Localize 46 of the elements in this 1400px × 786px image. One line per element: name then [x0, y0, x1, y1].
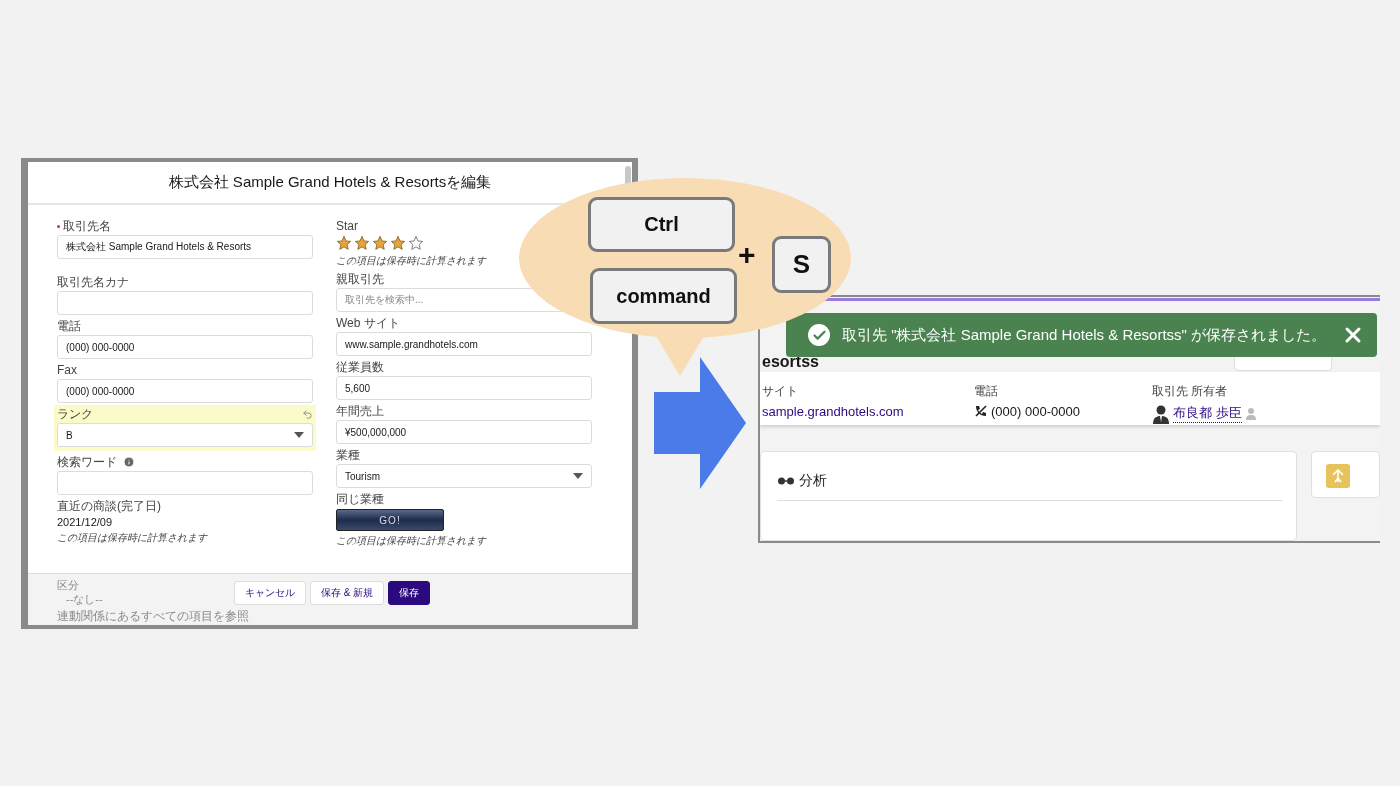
- field-label: サイト: [762, 382, 799, 400]
- field-label: 親取引先: [336, 270, 384, 288]
- select-field[interactable]: B: [57, 423, 313, 447]
- field-label: 直近の商談(完了日): [57, 497, 161, 515]
- owner-link[interactable]: 布良都 歩臣: [1173, 404, 1242, 424]
- field-label: 電話: [57, 317, 81, 335]
- phone-number: (000) 000-0000: [991, 403, 1080, 419]
- go-button[interactable]: GO!: [336, 509, 444, 531]
- field-note: この項目は保存時に計算されます: [336, 254, 488, 268]
- field-value: 2021/12/09: [57, 516, 114, 528]
- input-field[interactable]: 株式会社 Sample Grand Hotels & Resorts: [57, 235, 313, 259]
- field-label: Fax: [57, 363, 77, 377]
- field-label: Star: [336, 219, 358, 233]
- field-label: 取引先名: [63, 217, 111, 235]
- field-label: Web サイト: [336, 314, 400, 332]
- record-title: esortss: [762, 352, 819, 371]
- keyboard-key: Ctrl: [588, 197, 735, 252]
- field-label: 年間売上: [336, 402, 384, 420]
- field-label: 同じ業種: [336, 490, 384, 508]
- keyboard-key: S: [772, 236, 831, 293]
- card-title: 分析: [799, 472, 827, 490]
- input-field[interactable]: 5,600: [336, 376, 592, 400]
- input-field[interactable]: www.sample.grandhotels.com: [336, 332, 592, 356]
- field-label: ランク: [57, 405, 93, 423]
- footer-button[interactable]: キャンセル: [234, 580, 306, 605]
- field-label: 取引先名カナ: [57, 273, 129, 291]
- input-field[interactable]: ¥500,000,000: [336, 420, 592, 444]
- save-button[interactable]: 保存: [388, 580, 431, 605]
- field-label: 業種: [336, 446, 360, 464]
- keyboard-key: command: [590, 268, 737, 324]
- field-label: 電話: [974, 382, 999, 400]
- field-note: この項目は保存時に計算されます: [57, 531, 209, 545]
- input-field[interactable]: (000) 000-0000: [57, 335, 313, 359]
- select-field[interactable]: Tourism: [336, 464, 592, 488]
- field-label: 検索ワード: [57, 453, 117, 471]
- input-field[interactable]: (000) 000-0000: [57, 379, 313, 403]
- footer-button[interactable]: 保存 & 新規: [310, 580, 385, 605]
- toast-message: 取引先 "株式会社 Sample Grand Hotels & Resortss" が保存されました。: [842, 325, 1328, 345]
- dialog-title: 株式会社 Sample Grand Hotels & Resortsを編集: [168, 173, 492, 192]
- field-note: この項目は保存時に計算されます: [336, 534, 488, 548]
- field-label: 取引先 所有者: [1152, 382, 1229, 400]
- field-value: --なし--: [65, 593, 104, 606]
- plus-sign: +: [738, 238, 756, 272]
- field-label: 区分: [57, 579, 80, 592]
- website-link[interactable]: sample.grandhotels.com: [762, 403, 974, 419]
- field-label: 従業員数: [336, 358, 384, 376]
